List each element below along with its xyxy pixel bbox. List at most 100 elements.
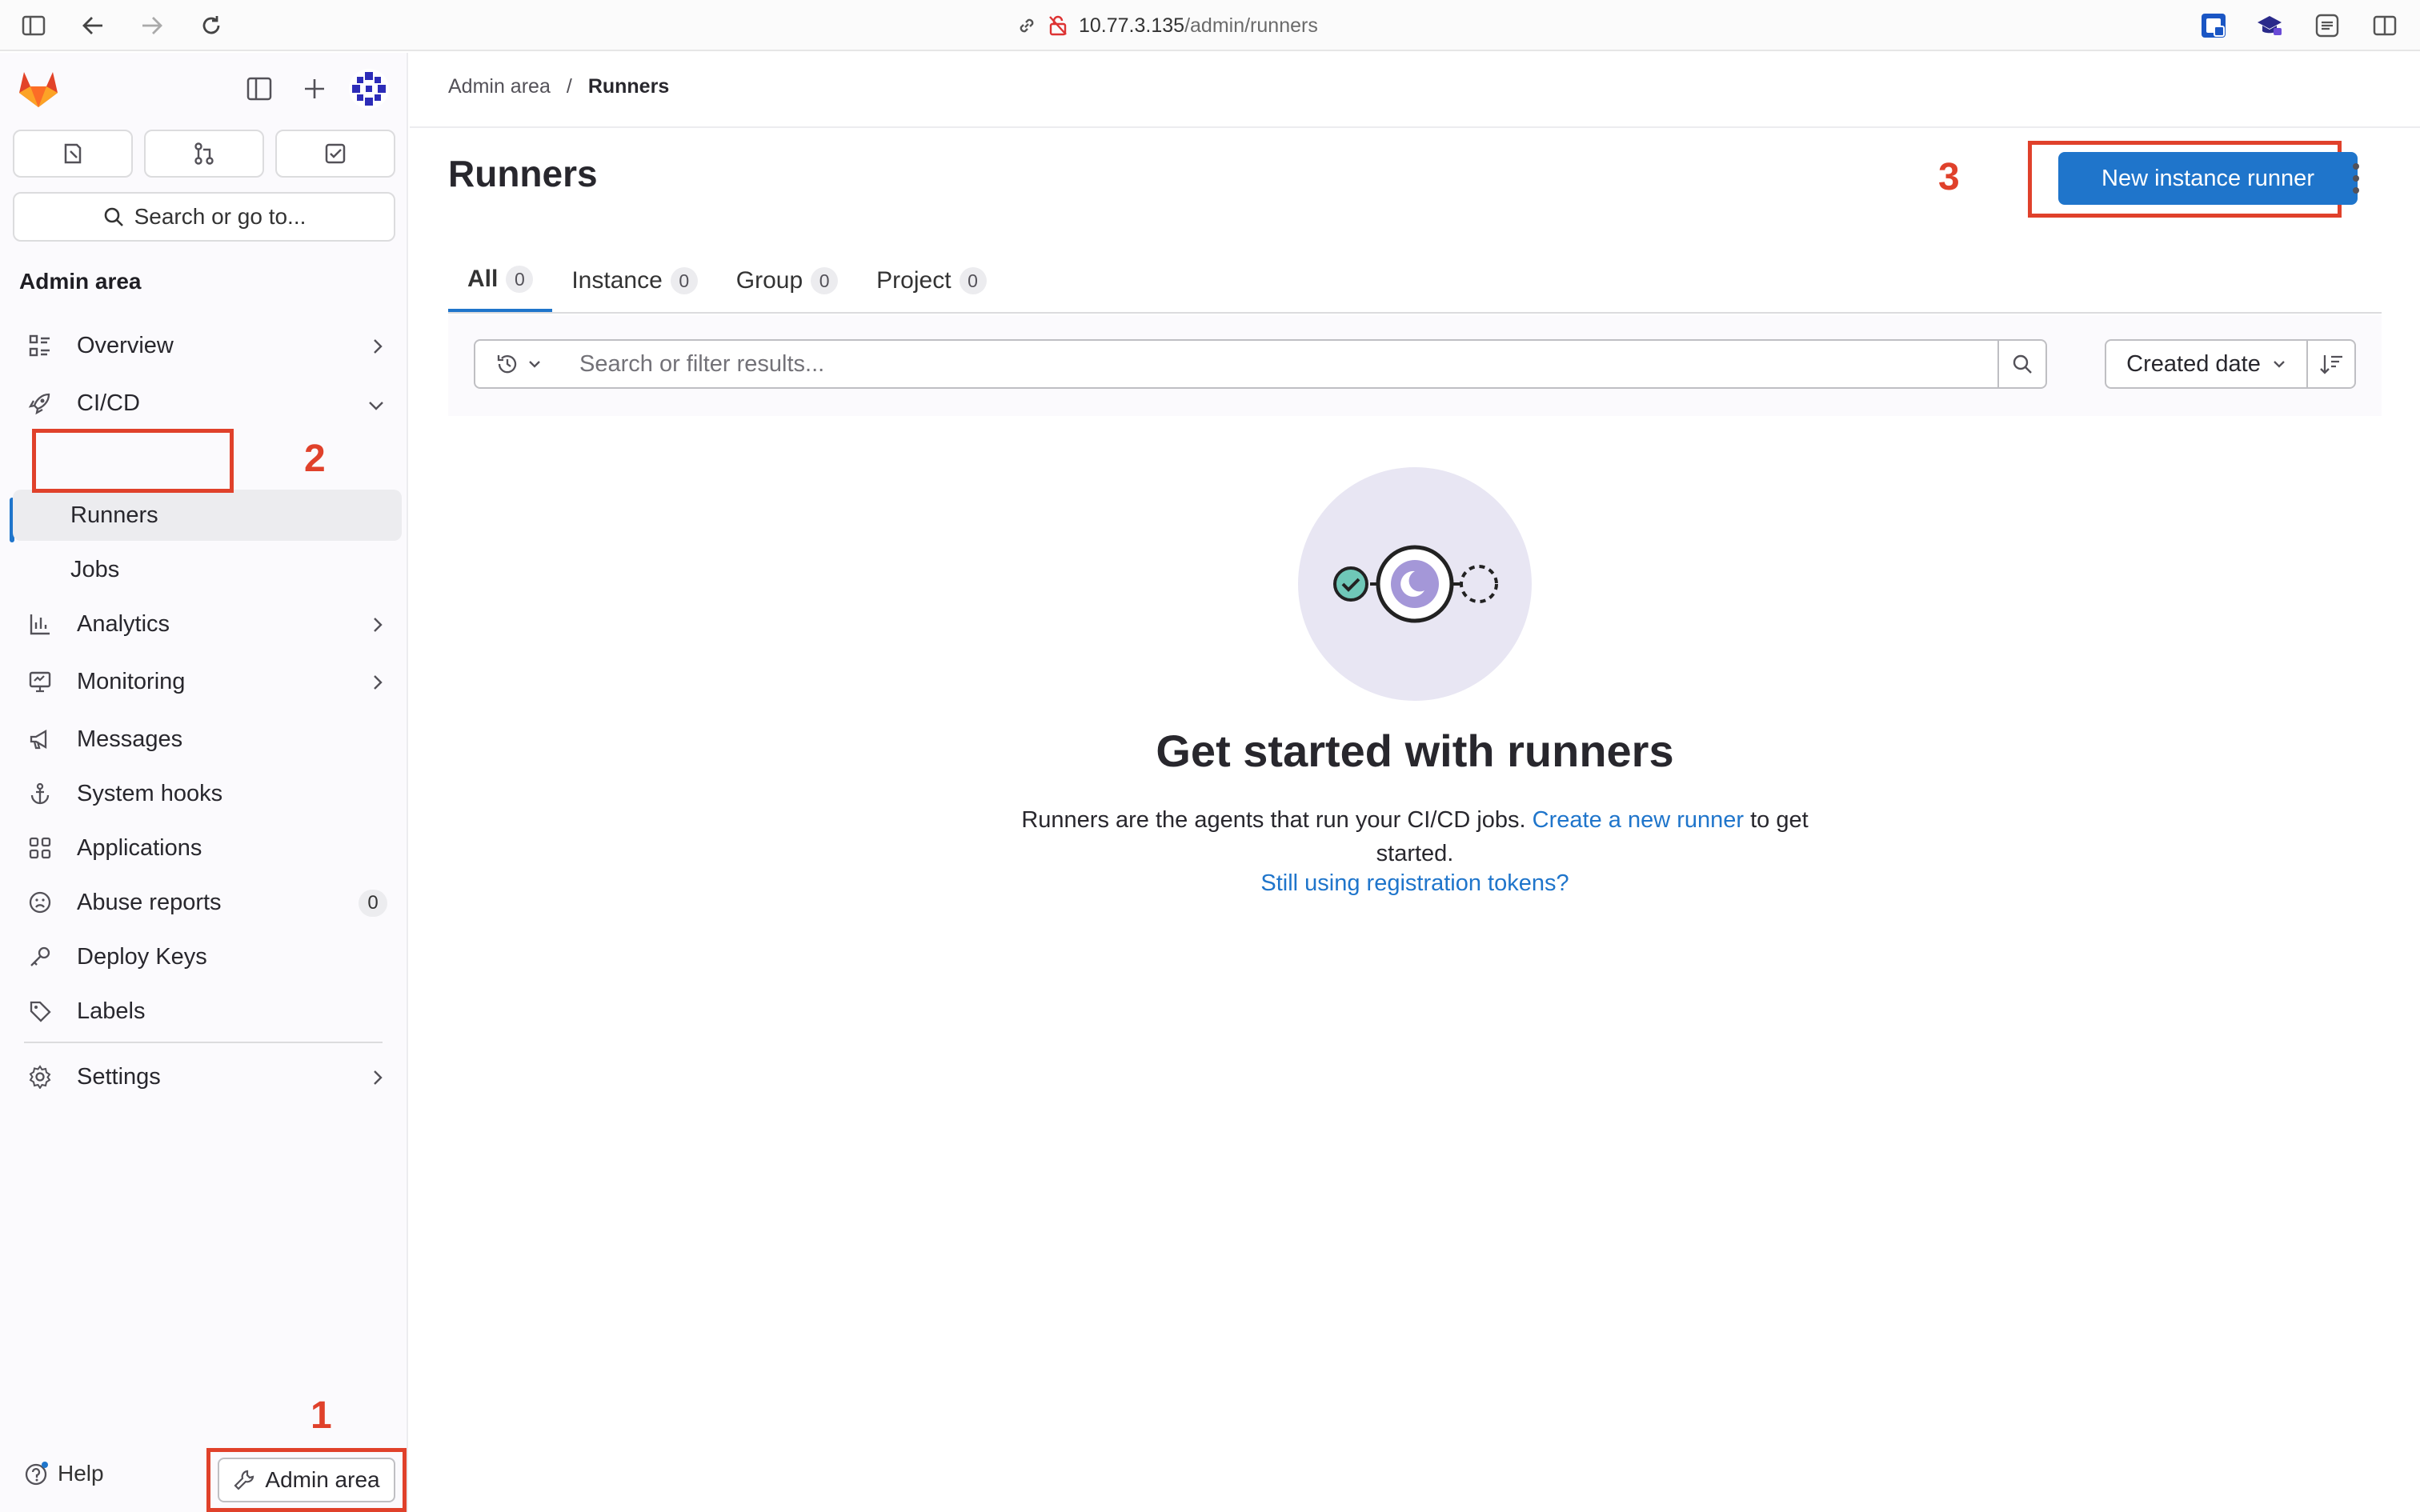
chevron-down-icon <box>367 394 386 420</box>
sidebar-item-cicd[interactable]: CI/CD <box>13 378 402 429</box>
chevron-down-icon <box>529 361 540 368</box>
issues-icon <box>64 143 82 164</box>
sidebar-item-label: CI/CD <box>77 390 140 416</box>
avatar[interactable] <box>349 69 389 113</box>
reader-mode-icon[interactable] <box>2313 11 2342 40</box>
search-history-button[interactable] <box>474 339 563 389</box>
abuse-reports-count-badge: 0 <box>359 890 387 917</box>
new-instance-runner-button[interactable]: New instance runner <box>2058 152 2358 205</box>
link-icon <box>1020 18 1034 33</box>
filter-bar: Search or filter results... Created date <box>448 315 2382 416</box>
sidebar-search-button[interactable]: Search or go to... <box>13 192 395 242</box>
monitor-icon <box>24 670 56 694</box>
sidebar-item-label: Monitoring <box>77 668 186 694</box>
merge-request-icon <box>194 142 214 165</box>
annotation-number-2: 2 <box>304 438 326 480</box>
sidebar-item-monitoring[interactable]: Monitoring <box>13 656 402 707</box>
sidebar-item-label: Settings <box>77 1063 161 1090</box>
tab-label: Project <box>876 267 952 294</box>
sort-descending-icon <box>2320 355 2342 374</box>
sidebar-item-system-hooks[interactable]: System hooks <box>13 768 402 819</box>
sidebar-section-title: Admin area <box>19 269 142 294</box>
collapse-sidebar-icon[interactable] <box>246 77 272 105</box>
sidebar-item-label: Labels <box>77 998 146 1024</box>
filter-search-button[interactable] <box>1997 339 2047 389</box>
anchor-icon <box>24 782 56 806</box>
overview-icon <box>24 334 56 358</box>
sidebar-item-label: Messages <box>77 726 183 752</box>
sidebar-item-analytics[interactable]: Analytics <box>13 598 402 650</box>
chevron-right-icon <box>370 1067 386 1094</box>
annotation-box-2 <box>32 429 234 493</box>
sad-face-icon <box>24 890 56 914</box>
create-new-icon[interactable] <box>302 77 327 105</box>
more-actions-icon[interactable] <box>2346 160 2366 197</box>
key-icon <box>24 945 56 969</box>
tab-count: 0 <box>959 267 987 294</box>
empty-state-description: Runners are the agents that run your CI/… <box>1000 803 1829 870</box>
sidebar-item-applications[interactable]: Applications <box>13 822 402 874</box>
gear-icon <box>24 1065 56 1089</box>
breadcrumb-separator: / <box>566 75 572 98</box>
insecure-lock-icon <box>1049 15 1067 36</box>
sidebar-toggle-icon[interactable] <box>19 11 48 40</box>
browser-toolbar: 10.77.3.135/admin/runners <box>0 0 2420 51</box>
tab-instance[interactable]: Instance 0 <box>552 250 716 312</box>
reload-icon[interactable] <box>197 11 226 40</box>
sidebar-item-label: Deploy Keys <box>77 943 207 970</box>
forward-icon[interactable] <box>138 11 166 40</box>
sidebar-item-deploy-keys[interactable]: Deploy Keys <box>13 931 402 982</box>
sidebar-divider <box>24 1042 383 1043</box>
sort-direction-button[interactable] <box>2306 339 2356 389</box>
extension-badge-icon[interactable] <box>2199 11 2228 40</box>
breadcrumb-admin-area[interactable]: Admin area <box>448 75 551 98</box>
sidebar-search-label: Search or go to... <box>134 204 307 229</box>
sidebar-item-label: Jobs <box>70 556 120 582</box>
todos-button[interactable] <box>275 130 395 178</box>
address-bar[interactable]: 10.77.3.135/admin/runners <box>1016 11 1318 40</box>
sidebar-item-messages[interactable]: Messages <box>13 714 402 765</box>
runners-empty-illustration <box>1298 467 1532 701</box>
sidebar-quick-buttons <box>13 130 395 178</box>
help-icon <box>25 1462 48 1486</box>
sidebar-item-label: Applications <box>77 834 202 861</box>
tab-label: Group <box>735 267 803 294</box>
empty-text-before: Runners are the agents that run your CI/… <box>1021 807 1526 833</box>
label-icon <box>24 999 56 1023</box>
merge-requests-button[interactable] <box>144 130 264 178</box>
sort-label: Created date <box>2126 350 2261 377</box>
applications-icon <box>24 836 56 860</box>
graduation-cap-icon[interactable] <box>2255 11 2284 40</box>
todo-icon <box>325 143 346 164</box>
sidebar-item-jobs[interactable]: Jobs <box>13 544 402 595</box>
sidebar-item-runners[interactable]: Runners <box>13 490 402 541</box>
annotation-box-1 <box>206 1448 407 1512</box>
back-icon[interactable] <box>78 11 107 40</box>
sidebar-item-abuse-reports[interactable]: Abuse reports 0 <box>13 877 402 928</box>
sidebar-item-settings[interactable]: Settings <box>13 1051 402 1102</box>
tab-all[interactable]: All 0 <box>448 250 553 312</box>
sidebar-item-overview[interactable]: Overview <box>13 320 402 371</box>
chevron-right-icon <box>370 614 386 641</box>
sidebar-header <box>0 53 408 125</box>
search-icon <box>2013 354 2032 374</box>
page-title: Runners <box>448 153 598 194</box>
tab-label: All <box>467 266 499 292</box>
sidebar-item-labels[interactable]: Labels <box>13 986 402 1037</box>
gitlab-logo[interactable] <box>18 69 59 113</box>
history-icon <box>497 355 517 374</box>
registration-tokens-link[interactable]: Still using registration tokens? <box>1000 870 1829 897</box>
split-view-icon[interactable] <box>2370 11 2399 40</box>
sidebar-item-label: Overview <box>77 332 174 358</box>
sort-dropdown[interactable]: Created date <box>2105 339 2308 389</box>
tab-group[interactable]: Group 0 <box>717 250 857 312</box>
create-new-runner-link[interactable]: Create a new runner <box>1533 807 1744 833</box>
runner-tabs: All 0 Instance 0 Group 0 Project 0 <box>448 250 2382 314</box>
tab-project[interactable]: Project 0 <box>857 250 1005 312</box>
help-button[interactable]: Help <box>24 1461 104 1486</box>
sidebar-item-label: Analytics <box>77 610 170 637</box>
sidebar-item-label: Abuse reports <box>77 889 222 915</box>
tab-count: 0 <box>811 267 839 294</box>
issues-button[interactable] <box>13 130 133 178</box>
filter-search-input[interactable]: Search or filter results... <box>562 339 1999 389</box>
